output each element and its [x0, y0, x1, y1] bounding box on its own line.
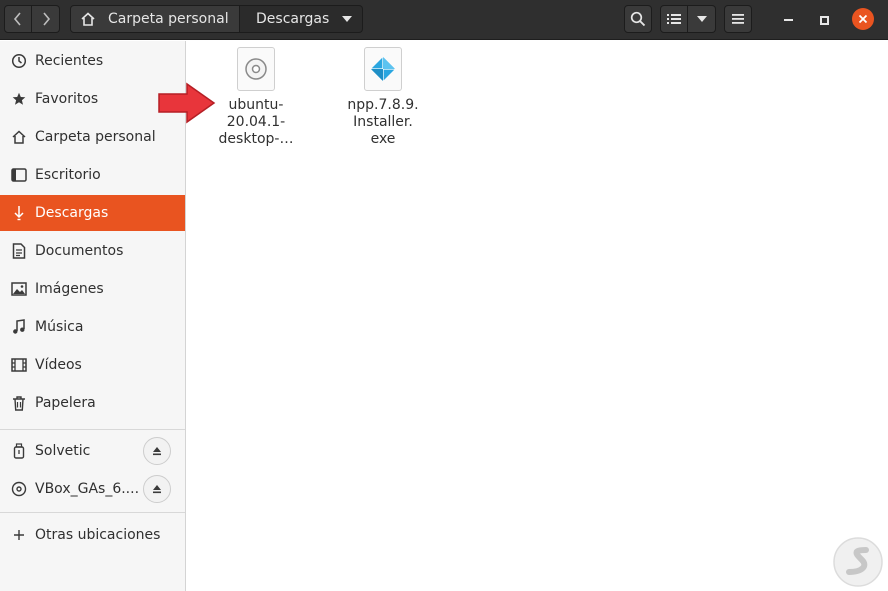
clock-icon — [10, 52, 28, 70]
navigation-buttons — [4, 5, 60, 33]
maximize-button[interactable] — [812, 8, 836, 32]
watermark-logo-icon — [833, 537, 883, 587]
header-bar: Carpeta personal Descargas — [0, 0, 888, 40]
chevron-down-icon — [342, 16, 352, 22]
sidebar-item-label: Vídeos — [35, 357, 82, 373]
sidebar-item-papelera[interactable]: Papelera — [0, 385, 185, 421]
chevron-right-icon — [42, 12, 50, 26]
music-icon — [10, 318, 28, 336]
file-view: ubuntu- 20.04.1- desktop-… npp.7.8.9. In… — [186, 41, 888, 591]
file-name-line: exe — [370, 131, 396, 147]
search-button[interactable] — [624, 5, 652, 33]
sidebar-separator — [0, 512, 185, 513]
minimize-icon — [783, 19, 793, 21]
eject-icon — [153, 485, 161, 494]
optical-disc-icon — [10, 480, 28, 498]
image-icon — [10, 280, 28, 298]
document-icon — [10, 242, 28, 260]
sidebar-separator — [0, 429, 185, 430]
file-name-line: npp.7.8.9. — [347, 97, 419, 113]
file-name-line: desktop-… — [218, 131, 294, 147]
file-item-ubuntu-iso[interactable]: ubuntu- 20.04.1- desktop-… — [206, 47, 306, 148]
sidebar-item-label: Carpeta personal — [35, 129, 156, 145]
chevron-left-icon — [13, 12, 21, 26]
sidebar-item-videos[interactable]: Vídeos — [0, 347, 185, 383]
path-bar: Carpeta personal Descargas — [70, 5, 363, 33]
sidebar-item-label: Otras ubicaciones — [35, 527, 161, 543]
sidebar-item-label: Solvetic — [35, 443, 91, 459]
chevron-down-icon — [696, 16, 707, 22]
sidebar-item-otras-ubicaciones[interactable]: Otras ubicaciones — [0, 517, 185, 553]
download-icon — [10, 204, 28, 222]
search-icon — [630, 11, 646, 27]
sidebar-item-solvetic[interactable]: Solvetic — [0, 432, 185, 470]
sidebar-item-label: Documentos — [35, 243, 124, 259]
sidebar-item-escritorio[interactable]: Escritorio — [0, 157, 185, 193]
sidebar-item-label: Escritorio — [35, 167, 101, 183]
sidebar-item-label: Imágenes — [35, 281, 104, 297]
close-icon — [858, 14, 868, 24]
sidebar-item-musica[interactable]: Música — [0, 309, 185, 345]
forward-button[interactable] — [32, 5, 60, 33]
plus-icon — [10, 526, 28, 544]
breadcrumb-current-label: Descargas — [256, 11, 330, 27]
sidebar-item-label: VBox_GAs_6.... — [35, 481, 140, 497]
video-icon — [10, 356, 28, 374]
view-options-button[interactable] — [688, 5, 716, 33]
trash-icon — [10, 394, 28, 412]
sidebar-item-label: Favoritos — [35, 91, 99, 107]
sidebar-item-label: Descargas — [35, 205, 109, 221]
annotation-arrow-icon — [158, 82, 216, 124]
sidebar-item-label: Papelera — [35, 395, 96, 411]
eject-button[interactable] — [143, 437, 171, 465]
breadcrumb-home[interactable]: Carpeta personal — [70, 5, 240, 33]
eject-button[interactable] — [143, 475, 171, 503]
star-icon — [10, 90, 28, 108]
maximize-icon — [819, 15, 829, 25]
home-icon — [79, 10, 97, 28]
sidebar-item-carpeta-personal[interactable]: Carpeta personal — [0, 119, 185, 155]
file-name-line: ubuntu- — [228, 97, 284, 113]
disc-image-icon — [237, 47, 275, 91]
back-button[interactable] — [4, 5, 32, 33]
sidebar-item-label: Recientes — [35, 53, 104, 69]
usb-drive-icon — [10, 442, 28, 460]
breadcrumb-current[interactable]: Descargas — [240, 5, 363, 33]
sidebar-item-imagenes[interactable]: Imágenes — [0, 271, 185, 307]
list-icon — [667, 14, 681, 24]
eject-icon — [153, 447, 161, 456]
file-name-line: 20.04.1- — [226, 114, 286, 130]
sidebar-item-documentos[interactable]: Documentos — [0, 233, 185, 269]
view-toggle — [660, 5, 716, 33]
file-name-line: Installer. — [353, 114, 413, 130]
breadcrumb-home-label: Carpeta personal — [108, 11, 229, 27]
home-icon — [10, 128, 28, 146]
minimize-button[interactable] — [776, 8, 800, 32]
installer-icon — [364, 47, 402, 91]
sidebar-item-recientes[interactable]: Recientes — [0, 43, 185, 79]
sidebar-item-vbox[interactable]: VBox_GAs_6.... — [0, 470, 185, 508]
hamburger-menu-icon — [732, 14, 744, 24]
sidebar-item-descargas[interactable]: Descargas — [0, 195, 185, 231]
menu-button[interactable] — [724, 5, 752, 33]
desktop-icon — [10, 166, 28, 184]
close-button[interactable] — [852, 8, 874, 30]
file-item-npp-installer[interactable]: npp.7.8.9. Installer. exe — [333, 47, 433, 148]
list-view-button[interactable] — [660, 5, 688, 33]
sidebar-item-label: Música — [35, 319, 84, 335]
